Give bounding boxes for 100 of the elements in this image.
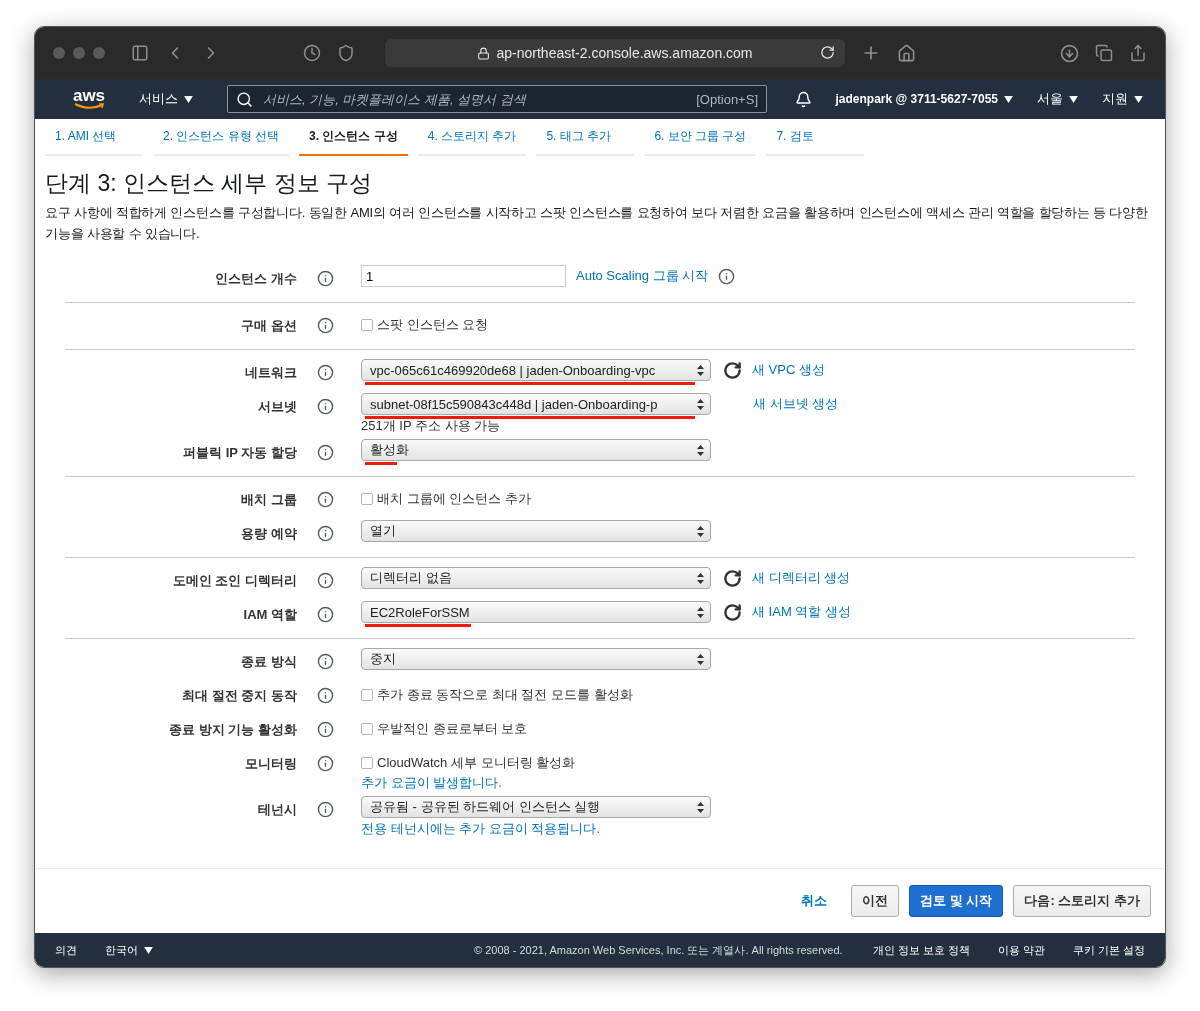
field-label: 도메인 조인 디렉터리 bbox=[171, 572, 297, 590]
notifications-icon[interactable] bbox=[794, 90, 812, 108]
select-dropdown[interactable]: 디렉터리 없음 bbox=[361, 567, 711, 589]
caret-icon bbox=[1004, 95, 1013, 103]
create-link[interactable]: 새 VPC 생성 bbox=[752, 361, 825, 379]
wizard-step-tab[interactable]: 4. 스토리지 추가 bbox=[417, 128, 527, 156]
info-icon[interactable] bbox=[718, 267, 736, 285]
shortcut-hint: [Option+S] bbox=[696, 91, 758, 107]
sidebar-icon[interactable] bbox=[131, 44, 149, 62]
checkbox-label[interactable]: 우발적인 종료로부터 보호 bbox=[361, 716, 528, 738]
wizard-step-tab[interactable]: 7. 검토 bbox=[766, 128, 865, 156]
refresh-icon[interactable] bbox=[723, 568, 742, 588]
create-link[interactable]: 새 서브넷 생성 bbox=[753, 395, 839, 413]
create-link[interactable]: 새 디렉터리 생성 bbox=[752, 569, 851, 587]
field-label: 인스턴스 개수 bbox=[214, 270, 297, 288]
select-arrows-icon bbox=[697, 801, 704, 813]
field-label: 용량 예약 bbox=[240, 525, 297, 543]
create-link[interactable]: Auto Scaling 그룹 시작 bbox=[576, 267, 709, 285]
info-icon[interactable] bbox=[317, 317, 334, 334]
info-icon[interactable] bbox=[317, 653, 334, 670]
info-icon[interactable] bbox=[317, 364, 334, 381]
info-icon[interactable] bbox=[317, 755, 334, 772]
region-menu[interactable]: 서울 bbox=[1037, 90, 1078, 108]
select-dropdown[interactable]: vpc-065c61c469920de68 | jaden-Onboarding-vpc bbox=[361, 359, 711, 381]
address-bar[interactable]: ap-northeast-2.console.aws.amazon.com bbox=[385, 39, 845, 67]
checkbox-label[interactable]: 스팟 인스턴스 요청 bbox=[361, 312, 489, 334]
services-menu[interactable]: 서비스 bbox=[139, 90, 193, 108]
download-icon[interactable] bbox=[1060, 43, 1079, 63]
support-menu[interactable]: 지원 bbox=[1102, 90, 1143, 108]
info-icon[interactable] bbox=[317, 687, 334, 704]
shield-icon[interactable] bbox=[337, 44, 355, 62]
wizard-step-tab[interactable]: 3. 인스턴스 구성 bbox=[299, 128, 408, 156]
info-icon[interactable] bbox=[317, 721, 334, 738]
home-icon[interactable] bbox=[897, 43, 916, 63]
checkbox[interactable] bbox=[361, 319, 373, 331]
search-field[interactable]: 서비스, 기능, 마켓플레이스 제품, 설명서 검색 [Option+S] bbox=[227, 85, 767, 113]
caret-icon bbox=[144, 946, 153, 954]
info-icon[interactable] bbox=[317, 801, 334, 818]
footer-link[interactable]: 개인 정보 보호 정책 bbox=[872, 942, 970, 958]
pricing-link[interactable]: 추가 요금이 발생합니다. bbox=[361, 774, 1135, 792]
select-dropdown[interactable]: 공유됨 - 공유된 하드웨어 인스턴스 실행 bbox=[361, 796, 711, 818]
select-arrows-icon bbox=[697, 606, 704, 618]
select-arrows-icon bbox=[697, 444, 704, 456]
info-icon[interactable] bbox=[317, 444, 334, 461]
field-label: 종료 방식 bbox=[240, 653, 297, 671]
checkbox[interactable] bbox=[361, 493, 373, 505]
field-label: 서브넷 bbox=[257, 398, 297, 416]
refresh-icon[interactable] bbox=[723, 602, 742, 622]
info-icon[interactable] bbox=[317, 270, 334, 287]
feedback-link[interactable]: 의견 bbox=[55, 942, 77, 958]
wizard-button[interactable]: 다음: 스토리지 추가 bbox=[1013, 885, 1151, 917]
footer-link[interactable]: 이용 약관 bbox=[997, 942, 1045, 958]
field-label: 구매 옵션 bbox=[240, 317, 297, 335]
review-launch-button[interactable]: 검토 및 시작 bbox=[909, 885, 1004, 917]
create-link[interactable]: 새 IAM 역할 생성 bbox=[752, 603, 851, 621]
checkbox-label[interactable]: CloudWatch 세부 모니터링 활성화 bbox=[361, 750, 576, 772]
field-label: 네트워크 bbox=[244, 364, 297, 382]
reload-icon[interactable] bbox=[820, 45, 835, 60]
field-label: 종료 방지 기능 활성화 bbox=[168, 721, 297, 739]
field-label: 퍼블릭 IP 자동 할당 bbox=[182, 444, 297, 462]
search-icon bbox=[236, 90, 253, 108]
page-title: 단계 3: 인스턴스 세부 정보 구성 bbox=[45, 169, 374, 198]
share-icon[interactable] bbox=[1129, 44, 1147, 62]
info-icon[interactable] bbox=[317, 491, 334, 508]
wizard-step-tab[interactable]: 2. 인스턴스 유형 선택 bbox=[153, 128, 289, 156]
info-icon[interactable] bbox=[317, 572, 334, 589]
select-arrows-icon bbox=[697, 525, 704, 537]
select-dropdown[interactable]: subnet-08f15c590843c448d | jaden-Onboarding-p bbox=[361, 393, 711, 415]
checkbox-label[interactable]: 배치 그룹에 인스턴스 추가 bbox=[361, 486, 531, 508]
wizard-button[interactable]: 이전 bbox=[851, 885, 900, 917]
clock-icon[interactable] bbox=[303, 44, 321, 62]
field-label: 최대 절전 중지 동작 bbox=[181, 687, 297, 705]
field-label: 테넌시 bbox=[257, 801, 297, 819]
info-icon[interactable] bbox=[317, 606, 334, 623]
instance-count-input[interactable]: 1 bbox=[361, 265, 566, 287]
caret-icon bbox=[1134, 95, 1143, 103]
wizard-step-tab[interactable]: 1. AMI 선택 bbox=[45, 128, 143, 156]
checkbox[interactable] bbox=[361, 723, 373, 735]
select-dropdown[interactable]: 열기 bbox=[361, 520, 711, 542]
select-dropdown[interactable]: 활성화 bbox=[361, 439, 711, 461]
tabs-icon[interactable] bbox=[1095, 44, 1113, 62]
info-icon[interactable] bbox=[317, 525, 334, 542]
search-input[interactable]: 서비스, 기능, 마켓플레이스 제품, 설명서 검색 bbox=[261, 90, 689, 108]
wizard-step-tab[interactable]: 6. 보안 그룹 구성 bbox=[644, 128, 757, 156]
checkbox[interactable] bbox=[361, 757, 373, 769]
pricing-link[interactable]: 전용 테넌시에는 추가 요금이 적용됩니다. bbox=[361, 820, 1135, 838]
info-icon[interactable] bbox=[317, 398, 334, 415]
language-menu[interactable]: 한국어 bbox=[105, 942, 153, 958]
caret-icon bbox=[184, 95, 193, 103]
select-dropdown[interactable]: EC2RoleForSSM bbox=[361, 601, 711, 623]
footer-link[interactable]: 쿠키 기본 설정 bbox=[1072, 942, 1145, 958]
aws-logo[interactable]: aws bbox=[71, 88, 107, 110]
wizard-step-tab[interactable]: 5. 태그 추가 bbox=[536, 128, 635, 156]
checkbox[interactable] bbox=[361, 689, 373, 701]
checkbox-label[interactable]: 추가 종료 동작으로 최대 절전 모드를 활성화 bbox=[361, 682, 633, 704]
cancel-link[interactable]: 취소 bbox=[791, 885, 838, 917]
page-description: 요구 사항에 적합하게 인스턴스를 구성합니다. 동일한 AMI의 여러 인스턴스를 시작하고 스팟 인스턴스를 요청하여 보다 저렴한 요금을 활용하며 인스턴스에 액세스 관리 역할을 할당하는 등 다양한 기능을 사용할 수 있습니다. bbox=[45, 204, 1149, 243]
refresh-icon[interactable] bbox=[723, 360, 742, 380]
account-menu[interactable]: jadenpark @ 3711-5627-7055 bbox=[835, 92, 1013, 106]
select-dropdown[interactable]: 중지 bbox=[361, 648, 711, 670]
